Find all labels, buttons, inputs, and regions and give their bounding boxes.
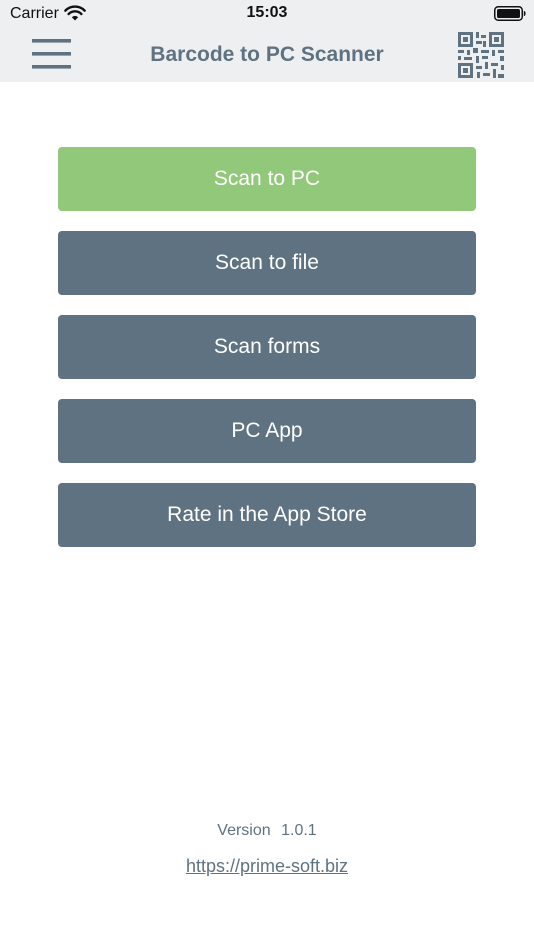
- main-menu: Scan to PC Scan to file Scan forms PC Ap…: [58, 147, 476, 567]
- status-bar: Carrier 15:03: [0, 0, 534, 28]
- battery-icon: [494, 6, 526, 21]
- scan-to-pc-button[interactable]: Scan to PC: [58, 147, 476, 211]
- navigation-bar: Barcode to PC Scanner: [0, 28, 534, 82]
- version-label: Version: [217, 822, 271, 839]
- scan-to-file-button[interactable]: Scan to file: [58, 231, 476, 295]
- rate-app-store-button[interactable]: Rate in the App Store: [58, 483, 476, 547]
- status-time: 15:03: [246, 4, 288, 21]
- website-link[interactable]: https://prime-soft.biz: [186, 855, 348, 877]
- version-number: 1.0.1: [281, 822, 317, 839]
- pc-app-button[interactable]: PC App: [58, 399, 476, 463]
- page-title: Barcode to PC Scanner: [150, 43, 384, 66]
- scan-forms-button[interactable]: Scan forms: [58, 315, 476, 379]
- version-info: Version 1.0.1: [0, 820, 534, 842]
- footer: Version 1.0.1 https://prime-soft.biz: [0, 820, 534, 877]
- qr-code-icon[interactable]: [456, 30, 506, 80]
